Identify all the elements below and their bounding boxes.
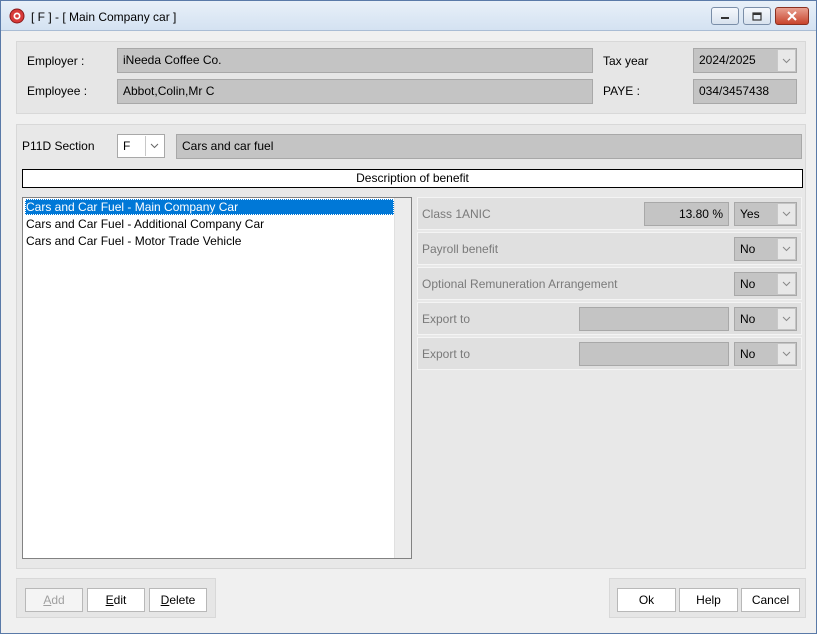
class1a-dropdown[interactable] bbox=[777, 204, 795, 224]
add-button[interactable]: Add bbox=[25, 588, 83, 612]
p11d-section-label: P11D Section bbox=[22, 139, 95, 153]
close-button[interactable] bbox=[775, 7, 809, 25]
ora-label: Optional Remuneration Arrangement bbox=[422, 277, 618, 291]
benefit-header: Description of benefit bbox=[22, 169, 803, 188]
minimize-button[interactable] bbox=[711, 7, 739, 25]
chevron-down-icon bbox=[782, 351, 791, 357]
edit-accelerator: E bbox=[105, 593, 114, 607]
help-button[interactable]: Help bbox=[679, 588, 738, 612]
p11d-section-code: F bbox=[123, 139, 131, 153]
edit-button[interactable]: Edit bbox=[87, 588, 145, 612]
list-actions-group: Add Edit Delete bbox=[16, 578, 216, 618]
dialog-content: Employer : iNeeda Coffee Co. Employee : … bbox=[8, 32, 810, 630]
export2-value: No bbox=[740, 347, 756, 361]
ok-button[interactable]: Ok bbox=[617, 588, 676, 612]
payroll-row: Payroll benefit No bbox=[417, 232, 802, 265]
window-title: [ F ] - [ Main Company car ] bbox=[31, 10, 177, 24]
edit-label: dit bbox=[113, 593, 127, 607]
chevron-down-icon bbox=[782, 281, 791, 287]
export1-field bbox=[579, 307, 729, 331]
delete-accelerator: D bbox=[160, 593, 170, 607]
title-bar[interactable]: [ F ] - [ Main Company car ] bbox=[1, 1, 816, 31]
delete-button[interactable]: Delete bbox=[149, 588, 207, 612]
payroll-dropdown[interactable] bbox=[777, 239, 795, 259]
employee-info-group: Employer : iNeeda Coffee Co. Employee : … bbox=[16, 41, 806, 114]
maximize-button[interactable] bbox=[743, 7, 771, 25]
tax-year-value: 2024/2025 bbox=[699, 53, 756, 67]
class1a-row: Class 1ANIC 13.80 % Yes bbox=[417, 197, 802, 230]
class1a-rate-field: 13.80 % bbox=[644, 202, 729, 226]
minimize-icon bbox=[721, 17, 729, 19]
dialog-actions-group: Ok Help Cancel bbox=[609, 578, 806, 618]
export2-field bbox=[579, 342, 729, 366]
payroll-select[interactable]: No bbox=[734, 237, 797, 261]
export1-label: Export to bbox=[422, 312, 471, 326]
tax-year-dropdown[interactable] bbox=[777, 50, 795, 71]
class1a-value: Yes bbox=[740, 207, 760, 221]
ora-row: Optional Remuneration Arrangement No bbox=[417, 267, 802, 300]
class1a-label: Class 1ANIC bbox=[422, 207, 491, 221]
chevron-down-icon bbox=[782, 211, 791, 217]
employer-label: Employer : bbox=[27, 54, 85, 68]
export2-select[interactable]: No bbox=[734, 342, 797, 366]
maximize-icon bbox=[752, 11, 762, 21]
list-scrollbar[interactable] bbox=[394, 198, 411, 558]
list-item[interactable]: Cars and Car Fuel - Main Company Car bbox=[25, 199, 394, 215]
tax-year-label: Tax year bbox=[603, 54, 649, 68]
export2-row: Export to No bbox=[417, 337, 802, 370]
employee-label: Employee : bbox=[27, 84, 88, 98]
export1-select[interactable]: No bbox=[734, 307, 797, 331]
section-description-field: Cars and car fuel bbox=[176, 134, 802, 159]
p11d-section-select[interactable]: F bbox=[117, 134, 165, 158]
paye-field: 034/3457438 bbox=[693, 79, 797, 104]
ora-value: No bbox=[740, 277, 756, 291]
ora-dropdown[interactable] bbox=[777, 274, 795, 294]
export2-label: Export to bbox=[422, 347, 471, 361]
chevron-down-icon bbox=[782, 58, 791, 63]
delete-label: elete bbox=[169, 593, 196, 607]
chevron-down-icon bbox=[782, 246, 791, 252]
payroll-value: No bbox=[740, 242, 756, 256]
chevron-down-icon bbox=[150, 143, 159, 149]
dialog-window: [ F ] - [ Main Company car ] Employer : … bbox=[0, 0, 817, 634]
export1-row: Export to No bbox=[417, 302, 802, 335]
employer-field: iNeeda Coffee Co. bbox=[117, 48, 593, 73]
chevron-down-icon bbox=[782, 316, 791, 322]
tax-year-select[interactable]: 2024/2025 bbox=[693, 48, 797, 73]
add-label: dd bbox=[51, 593, 65, 607]
cancel-button[interactable]: Cancel bbox=[741, 588, 800, 612]
export1-dropdown[interactable] bbox=[777, 309, 795, 329]
employee-field: Abbot,Colin,Mr C bbox=[117, 79, 593, 104]
export1-value: No bbox=[740, 312, 756, 326]
app-icon bbox=[9, 8, 25, 24]
list-item[interactable]: Cars and Car Fuel - Additional Company C… bbox=[25, 216, 264, 232]
paye-label: PAYE : bbox=[603, 84, 640, 98]
benefit-list[interactable]: Cars and Car Fuel - Main Company Car Car… bbox=[22, 197, 412, 559]
ora-select[interactable]: No bbox=[734, 272, 797, 296]
class1a-select[interactable]: Yes bbox=[734, 202, 797, 226]
payroll-label: Payroll benefit bbox=[422, 242, 499, 256]
close-icon bbox=[787, 11, 797, 21]
p11d-section-dropdown[interactable] bbox=[145, 136, 163, 156]
list-item[interactable]: Cars and Car Fuel - Motor Trade Vehicle bbox=[25, 233, 241, 249]
export2-dropdown[interactable] bbox=[777, 344, 795, 364]
